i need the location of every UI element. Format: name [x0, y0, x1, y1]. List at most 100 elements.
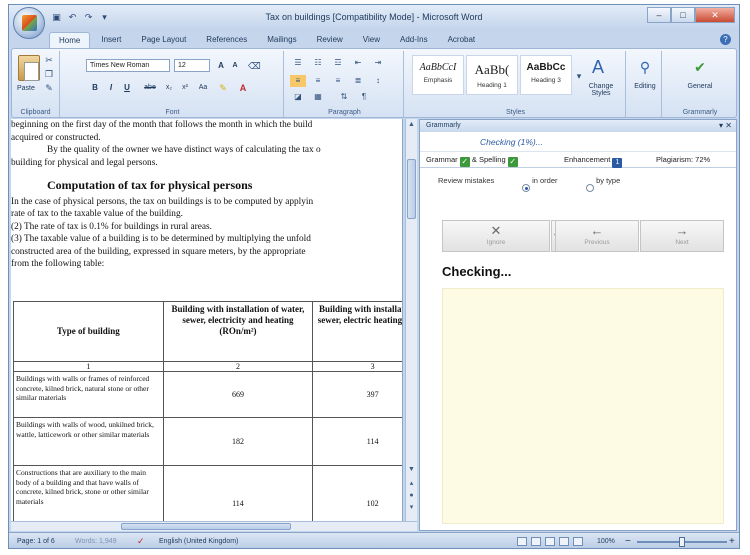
grammarly-general-icon[interactable]: ✔: [686, 55, 714, 79]
radio-by-type[interactable]: by type: [586, 176, 620, 192]
grammarly-pane: Grammarly ▾ ✕ Checking (1%)... Grammar ✓…: [419, 119, 737, 531]
zoom-in-button[interactable]: +: [729, 536, 735, 547]
table-cell: 3: [312, 361, 402, 372]
decrease-indent-icon[interactable]: ⇤: [350, 57, 366, 69]
print-layout-icon[interactable]: [517, 537, 527, 546]
bold-button[interactable]: B: [88, 81, 102, 94]
browse-object-icon[interactable]: ●: [407, 491, 416, 500]
check-icon: ✓: [507, 157, 518, 167]
shrink-font-button[interactable]: A: [228, 59, 242, 72]
pane-close-icon[interactable]: ▾ ✕: [719, 120, 732, 132]
highlight-icon[interactable]: ✎: [218, 83, 228, 93]
scroll-down-icon[interactable]: ▼: [407, 465, 416, 474]
tab-plagiarism[interactable]: Plagiarism: 72%: [656, 155, 710, 164]
maximize-button[interactable]: □: [671, 7, 695, 23]
justify-icon[interactable]: ≣: [350, 75, 366, 87]
language-indicator[interactable]: English (United Kingdom): [159, 538, 238, 545]
zoom-slider-handle[interactable]: [679, 537, 685, 547]
draft-icon[interactable]: [573, 537, 583, 546]
font-family-combo[interactable]: Times New Roman: [86, 59, 170, 72]
copy-icon[interactable]: ❐: [44, 69, 54, 79]
paste-icon[interactable]: [18, 55, 40, 81]
tab-acrobat[interactable]: Acrobat: [439, 32, 485, 48]
multilevel-list-icon[interactable]: ☲: [330, 57, 346, 69]
sort-icon[interactable]: ⇅: [336, 91, 352, 103]
editing-button[interactable]: Editing: [628, 83, 662, 90]
document-page[interactable]: beginning on the first day of the month …: [11, 119, 402, 271]
next-page-icon[interactable]: ▾: [407, 503, 416, 512]
style-heading-1[interactable]: AaBb( Heading 1: [466, 55, 518, 95]
change-styles-icon[interactable]: A: [584, 55, 612, 79]
align-right-icon[interactable]: ≡: [330, 75, 346, 87]
previous-page-icon[interactable]: ▴: [407, 479, 416, 488]
radio-in-order[interactable]: in order: [522, 176, 558, 192]
zoom-out-button[interactable]: −: [625, 536, 631, 547]
numbering-icon[interactable]: ☷: [310, 57, 326, 69]
tab-add-ins[interactable]: Add-Ins: [391, 32, 437, 48]
horizontal-scroll-thumb[interactable]: [121, 523, 291, 530]
table-cell: 182: [162, 417, 314, 466]
tab-view[interactable]: View: [354, 32, 389, 48]
show-marks-icon[interactable]: ¶: [356, 91, 372, 103]
table-row: Constructions that are auxiliary to the …: [13, 465, 402, 521]
horizontal-scrollbar[interactable]: [11, 521, 417, 531]
table-cell: 114: [312, 417, 402, 466]
strikethrough-button[interactable]: abe: [140, 81, 160, 94]
tab-references[interactable]: References: [197, 32, 256, 48]
change-case-button[interactable]: Aa: [196, 81, 210, 94]
tab-page-layout[interactable]: Page Layout: [132, 32, 195, 48]
borders-icon[interactable]: ▦: [310, 91, 326, 103]
grammarly-general-button[interactable]: General: [664, 83, 736, 90]
vertical-scroll-thumb[interactable]: [407, 159, 416, 219]
style-heading-3[interactable]: AaBbCc Heading 3: [520, 55, 572, 95]
tab-review[interactable]: Review: [308, 32, 352, 48]
tab-home[interactable]: Home: [49, 32, 91, 48]
align-center-icon[interactable]: ≡: [310, 75, 326, 87]
font-color-icon[interactable]: A: [238, 83, 248, 93]
styles-more-icon[interactable]: ▾: [574, 71, 584, 81]
help-icon[interactable]: ?: [720, 34, 731, 45]
tab-insert[interactable]: Insert: [92, 32, 130, 48]
font-size-combo[interactable]: 12: [174, 59, 210, 72]
clear-formatting-icon[interactable]: ⌫: [248, 61, 261, 71]
tab-enhancement[interactable]: Enhancement 1: [564, 155, 623, 168]
document-area[interactable]: beginning on the first day of the month …: [11, 119, 403, 521]
radio-unselected-icon: [586, 184, 594, 192]
next-button[interactable]: → Next: [640, 220, 724, 252]
ignore-button[interactable]: ✕ Ignore: [442, 220, 550, 252]
ignore-icon: ✕: [490, 223, 502, 238]
web-layout-icon[interactable]: [545, 537, 555, 546]
page-counter[interactable]: Page: 1 of 6: [17, 538, 55, 545]
close-button[interactable]: ✕: [695, 7, 735, 23]
paste-button-label[interactable]: Paste: [17, 85, 35, 92]
minimize-button[interactable]: –: [647, 7, 671, 23]
find-icon[interactable]: ⚲: [631, 55, 659, 79]
cut-icon[interactable]: ✂: [44, 55, 54, 65]
zoom-level[interactable]: 100%: [597, 538, 615, 545]
full-screen-icon[interactable]: [531, 537, 541, 546]
shading-icon[interactable]: ◪: [290, 91, 306, 103]
outline-icon[interactable]: [559, 537, 569, 546]
change-styles-button[interactable]: Change Styles: [584, 83, 618, 97]
tab-mailings[interactable]: Mailings: [258, 32, 305, 48]
increase-indent-icon[interactable]: ⇥: [370, 57, 386, 69]
scroll-up-icon[interactable]: ▲: [407, 120, 416, 129]
grow-font-button[interactable]: A: [214, 59, 228, 72]
word-count[interactable]: Words: 1,949: [75, 538, 117, 545]
table-row: Buildings with walls or frames of reinfo…: [13, 371, 402, 418]
format-painter-icon[interactable]: ✎: [44, 83, 54, 93]
underline-button[interactable]: U: [120, 81, 134, 94]
align-left-icon[interactable]: ≡: [290, 75, 306, 87]
line-spacing-icon[interactable]: ↕: [370, 75, 386, 87]
previous-button[interactable]: ← Previous: [555, 220, 639, 252]
superscript-button[interactable]: x²: [178, 81, 192, 94]
italic-button[interactable]: I: [104, 81, 118, 94]
office-button[interactable]: [13, 7, 45, 39]
style-emphasis[interactable]: AaBbCcI Emphasis: [412, 55, 464, 95]
bullets-icon[interactable]: ☰: [290, 57, 306, 69]
tab-spelling-label: & Spelling: [471, 155, 506, 164]
proofing-icon[interactable]: ✓: [137, 536, 145, 547]
vertical-scrollbar[interactable]: ▲ ▼ ▴ ● ▾: [405, 119, 417, 521]
subscript-button[interactable]: x₂: [162, 81, 176, 94]
tab-grammar[interactable]: Grammar ✓ & Spelling ✓: [426, 155, 518, 167]
